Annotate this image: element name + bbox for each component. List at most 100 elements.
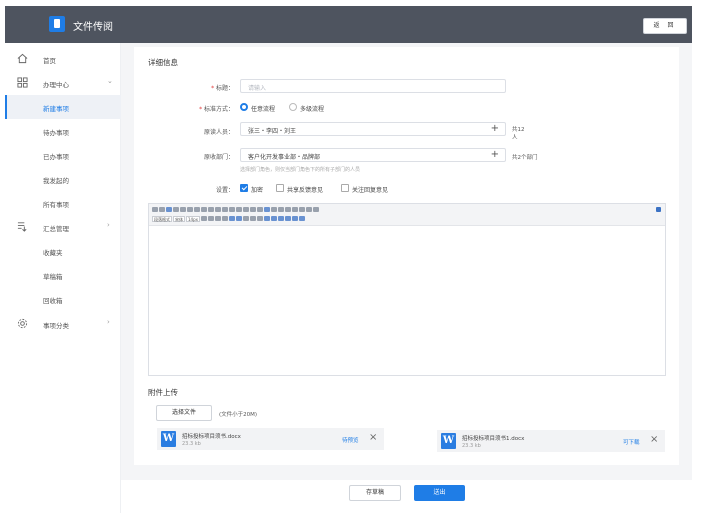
sidebar-item-initiated[interactable]: 我发起的 <box>5 167 121 191</box>
depts-input[interactable]: 客户化开发事业部・品牌部 + <box>240 148 506 162</box>
redo-icon[interactable] <box>159 207 165 212</box>
sidebar-item-drafts[interactable]: 草稿箱 <box>5 263 121 287</box>
list-ordered-icon[interactable] <box>222 207 228 212</box>
undo-icon[interactable] <box>152 207 158 212</box>
video-icon[interactable] <box>271 216 277 221</box>
superscript-icon[interactable] <box>194 207 200 212</box>
list-bullet-icon[interactable] <box>229 207 235 212</box>
readers-label: 原读人员： <box>203 129 234 136</box>
indent-icon[interactable] <box>236 207 242 212</box>
date-icon[interactable] <box>285 216 291 221</box>
font-color-icon[interactable] <box>208 207 214 212</box>
chevron-right-icon: › <box>107 221 110 229</box>
sidebar-item-label: 待办事项 <box>43 129 69 137</box>
word-doc-icon: W <box>441 433 456 449</box>
submit-button[interactable]: 送出 <box>414 485 465 501</box>
outdent-icon[interactable] <box>243 207 249 212</box>
sidebar-item-label: 草稿箱 <box>43 273 63 281</box>
follow-reply-checkbox[interactable] <box>341 184 349 192</box>
italic-icon[interactable] <box>173 207 179 212</box>
toolbar-row-2: 段落格式 宋体 14px <box>152 216 305 222</box>
encrypt-checkbox[interactable] <box>240 184 248 192</box>
sidebar-item-label: 已办事项 <box>43 153 69 161</box>
depts-label: 原收部门： <box>203 154 234 161</box>
share-feedback-checkbox[interactable] <box>276 184 284 192</box>
subscript-icon[interactable] <box>201 207 207 212</box>
file-size: 23.3 kb <box>462 443 481 449</box>
flow-option-label: 多级流程 <box>300 106 325 113</box>
sidebar-item-summary[interactable]: 汇总管理 › <box>5 215 121 239</box>
sidebar-item-label: 收藏夹 <box>43 249 63 257</box>
save-draft-button[interactable]: 存草稿 <box>349 485 401 501</box>
font-size-select[interactable]: 14px <box>186 216 200 222</box>
sidebar-item-all[interactable]: 所有事项 <box>5 191 121 215</box>
table-icon[interactable] <box>271 207 277 212</box>
strike-icon[interactable] <box>187 207 193 212</box>
add-dept-icon[interactable]: + <box>491 149 499 160</box>
settings-label: 设置： <box>215 187 234 194</box>
sidebar-item-office-center[interactable]: 办理中心 ⌄ <box>5 71 121 95</box>
readers-input[interactable]: 张三・李四・刘王 + <box>240 122 506 136</box>
checkbox-label: 加密 <box>251 187 264 194</box>
code-icon[interactable] <box>278 207 284 212</box>
sidebar-item-categories[interactable]: 事项分类 › <box>5 312 121 336</box>
time-icon[interactable] <box>292 216 298 221</box>
paste-icon[interactable] <box>250 216 256 221</box>
preview-icon[interactable] <box>313 207 319 212</box>
attach-icon[interactable] <box>264 216 270 221</box>
footer-bar <box>121 480 692 513</box>
map-icon[interactable] <box>278 216 284 221</box>
print-icon[interactable] <box>306 207 312 212</box>
sidebar: 首页 办理中心 ⌄ 新建事项 待办事项 已办事项 我发起的 所有事项 汇总管理 … <box>5 43 121 513</box>
spacing-icon[interactable] <box>236 216 242 221</box>
line-height-icon[interactable] <box>229 216 235 221</box>
hr-icon[interactable] <box>299 207 305 212</box>
checkbox-label: 共享反馈意见 <box>287 187 324 194</box>
title-label: * 标题： <box>211 85 234 92</box>
file-name: 招标投标项目须书.docx <box>182 434 241 440</box>
sidebar-item-label: 首页 <box>43 57 56 65</box>
file-action-link[interactable]: 可下载 <box>623 438 640 446</box>
add-reader-icon[interactable]: + <box>491 123 499 134</box>
depts-count: 共2个部门 <box>512 155 538 161</box>
sidebar-item-favorites[interactable]: 收藏夹 <box>5 239 121 263</box>
style-select[interactable]: 段落格式 <box>152 216 172 222</box>
sidebar-item-home[interactable]: 首页 <box>5 47 121 71</box>
flow-radio-any[interactable] <box>240 103 248 111</box>
image-icon[interactable] <box>264 207 270 212</box>
fullscreen-icon[interactable] <box>299 216 305 221</box>
format-clear-icon[interactable] <box>243 216 249 221</box>
file-size-note: (文件小于20M) <box>219 412 258 418</box>
bg-color-icon[interactable] <box>215 207 221 212</box>
sidebar-item-recycle[interactable]: 回收箱 <box>5 287 121 311</box>
toolbar-more-icon[interactable] <box>656 207 661 212</box>
file-action-link[interactable]: 待预览 <box>342 436 359 444</box>
align-justify-icon[interactable] <box>222 216 228 221</box>
sidebar-item-done[interactable]: 已办事项 <box>5 143 121 167</box>
sidebar-item-new[interactable]: 新建事项 <box>5 95 121 119</box>
flow-radio-multi[interactable] <box>289 103 297 111</box>
find-icon[interactable] <box>257 216 263 221</box>
close-icon[interactable]: × <box>650 434 658 445</box>
title-input[interactable]: 请输入 <box>240 79 506 93</box>
file-name: 招标投标项目须书1.docx <box>462 436 525 442</box>
align-right-icon[interactable] <box>215 216 221 221</box>
rich-text-editor[interactable]: 段落格式 宋体 14px <box>148 203 666 376</box>
link-icon[interactable] <box>250 207 256 212</box>
checkbox-label: 关注回复意见 <box>352 187 389 194</box>
bold-icon[interactable] <box>166 207 172 212</box>
back-button[interactable]: 返 回 <box>643 18 687 34</box>
choose-file-button[interactable]: 选择文件 <box>156 405 212 421</box>
quote-icon[interactable] <box>285 207 291 212</box>
align-center-icon[interactable] <box>208 216 214 221</box>
sidebar-item-todo[interactable]: 待办事项 <box>5 119 121 143</box>
font-name-select[interactable]: 宋体 <box>173 216 185 222</box>
emoji-icon[interactable] <box>292 207 298 212</box>
underline-icon[interactable] <box>180 207 186 212</box>
align-left-icon[interactable] <box>201 216 207 221</box>
unlink-icon[interactable] <box>257 207 263 212</box>
close-icon[interactable]: × <box>369 432 377 443</box>
app-title: 文件传阅 <box>73 22 113 33</box>
details-section-title: 详细信息 <box>148 58 178 67</box>
sidebar-item-label: 汇总管理 <box>43 225 69 233</box>
